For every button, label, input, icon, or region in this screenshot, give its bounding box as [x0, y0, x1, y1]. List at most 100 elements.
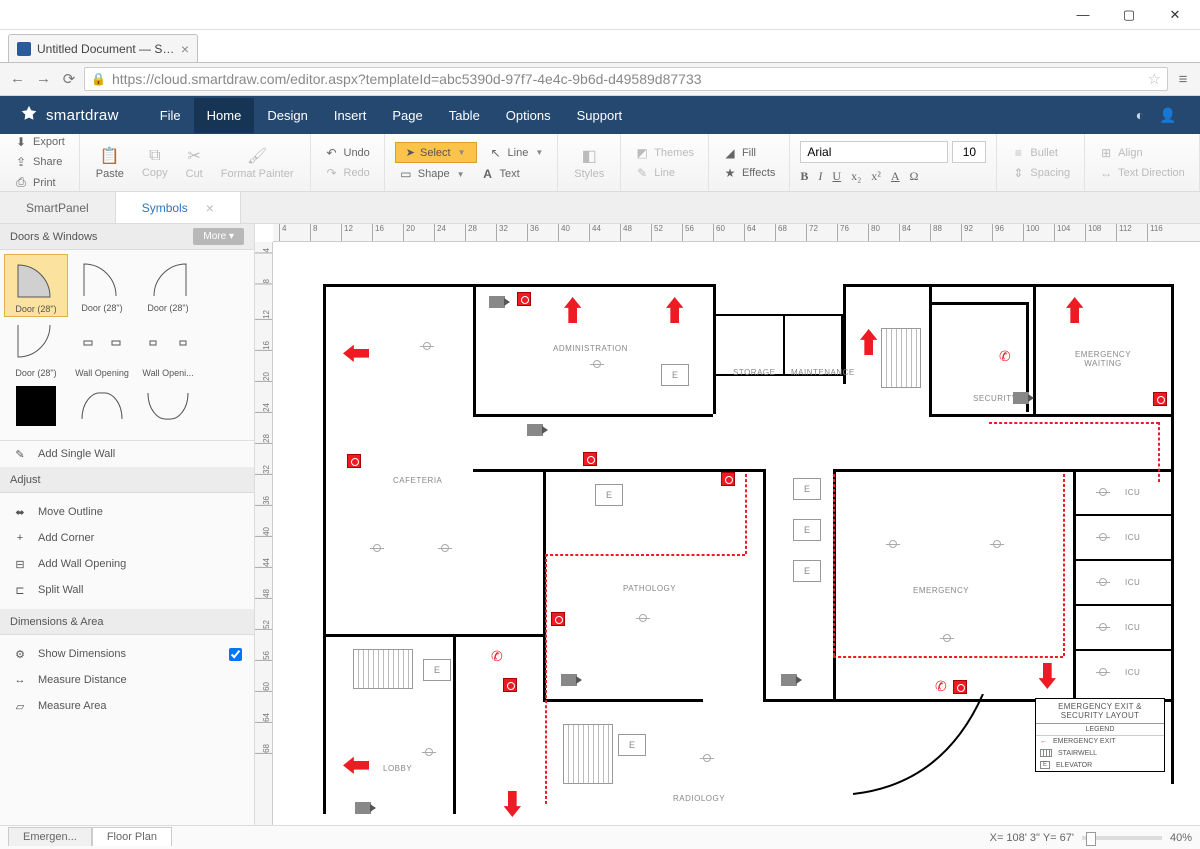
sheet-tab-2[interactable]: Floor Plan: [92, 827, 172, 846]
superscript-button[interactable]: x²: [871, 169, 881, 184]
text-tool-button[interactable]: AText: [477, 165, 524, 183]
symbol-wall-opening[interactable]: Wall Opening: [70, 319, 134, 380]
add-single-wall-button[interactable]: ✎Add Single Wall: [0, 440, 254, 467]
underline-button[interactable]: U: [832, 169, 841, 184]
themes-button[interactable]: ◩Themes: [631, 144, 698, 162]
cut-button[interactable]: ✂Cut: [180, 144, 209, 182]
sheet-tab-1[interactable]: Emergen...: [8, 827, 92, 846]
menu-page[interactable]: Page: [379, 98, 435, 133]
drawing-canvas[interactable]: ADMINISTRATION STORAGE MAINTENANCE SECUR…: [273, 242, 1200, 825]
ceiling-light: [1099, 488, 1107, 496]
split-wall-button[interactable]: ⊏Split Wall: [0, 577, 254, 603]
stair-icon: [1040, 749, 1052, 757]
move-outline-button[interactable]: ⬌Move Outline: [0, 499, 254, 525]
subscript-button[interactable]: x₂: [851, 169, 861, 184]
effects-icon: ★: [723, 166, 737, 180]
add-corner-button[interactable]: +Add Corner: [0, 525, 254, 551]
select-tool-button[interactable]: ➤Select▼: [395, 142, 477, 163]
bookmark-star-icon[interactable]: ☆: [1148, 70, 1161, 88]
browser-tab[interactable]: Untitled Document — Sm... ×: [8, 34, 198, 62]
styles-button[interactable]: ◧Styles: [568, 144, 610, 182]
symbols-category: Doors & Windows: [10, 231, 97, 243]
menu-options[interactable]: Options: [493, 98, 564, 133]
corner-icon: +: [12, 531, 28, 545]
more-symbols-button[interactable]: More ▾: [193, 228, 244, 245]
measure-distance-button[interactable]: ↔Measure Distance: [0, 667, 254, 693]
fill-button[interactable]: ◢Fill: [719, 144, 779, 162]
format-painter-label: Format Painter: [221, 168, 294, 180]
menu-design[interactable]: Design: [254, 98, 320, 133]
font-select[interactable]: [800, 141, 948, 163]
symbol-solid[interactable]: [4, 382, 68, 430]
minimize-button[interactable]: —: [1060, 1, 1106, 29]
copy-button[interactable]: ⧉Copy: [136, 145, 174, 181]
line-style-button[interactable]: ✎Line: [631, 164, 698, 182]
maximize-button[interactable]: ▢: [1106, 1, 1152, 29]
add-wall-opening-button[interactable]: ⊟Add Wall Opening: [0, 551, 254, 577]
menu-insert[interactable]: Insert: [321, 98, 380, 133]
undo-button[interactable]: ↶Undo: [321, 144, 374, 162]
bold-button[interactable]: B: [800, 169, 808, 184]
tab-smartpanel[interactable]: SmartPanel: [0, 192, 116, 223]
show-dims-checkbox[interactable]: [229, 648, 242, 661]
symbol-door-3[interactable]: Door (28"): [136, 254, 200, 317]
show-dimensions-toggle[interactable]: ⚙Show Dimensions: [0, 641, 254, 667]
omega-button[interactable]: Ω: [910, 169, 919, 184]
ruler-icon: ↔: [12, 673, 28, 687]
share-icon: ⇪: [14, 155, 28, 169]
fire-alarm: [517, 292, 531, 306]
bullet-button[interactable]: ≡Bullet: [1007, 144, 1074, 162]
font-color-button[interactable]: A: [891, 169, 900, 184]
close-panel-icon[interactable]: ×: [206, 200, 214, 216]
line-tool-button[interactable]: ↖Line▼: [485, 142, 548, 163]
symbol-door-4[interactable]: Door (28"): [4, 319, 68, 380]
print-label: Print: [33, 177, 56, 189]
menu-home[interactable]: Home: [194, 98, 255, 133]
url-field[interactable]: 🔒 https://cloud.smartdraw.com/editor.asp…: [84, 67, 1168, 91]
back-button[interactable]: ←: [10, 70, 24, 88]
browser-menu-icon[interactable]: ≡: [1176, 71, 1190, 88]
room-security: SECURITY: [973, 394, 1017, 403]
elevator: E: [423, 659, 451, 681]
redo-button[interactable]: ↷Redo: [321, 164, 374, 182]
text-direction-button[interactable]: ↔Text Direction: [1095, 164, 1189, 182]
text-label: Text: [500, 168, 520, 180]
measure-area-button[interactable]: ▱Measure Area: [0, 693, 254, 719]
more-label: More: [203, 231, 226, 242]
legend-subtitle: LEGEND: [1036, 724, 1164, 736]
symbol-double-door-2[interactable]: [136, 382, 200, 430]
forward-button[interactable]: →: [36, 70, 50, 88]
share-label: Share: [33, 156, 62, 168]
user-icon[interactable]: 👤: [1154, 107, 1182, 124]
print-button[interactable]: ⎙Print: [10, 173, 69, 192]
ceiling-light: [425, 748, 433, 756]
close-tab-icon[interactable]: ×: [181, 41, 189, 57]
help-icon[interactable]: ◐: [1126, 107, 1154, 123]
tab-symbols[interactable]: Symbols×: [116, 192, 241, 223]
menu-file[interactable]: File: [147, 98, 194, 133]
spacing-button[interactable]: ⇕Spacing: [1007, 164, 1074, 182]
font-size-input[interactable]: [952, 141, 986, 163]
floor-plan[interactable]: ADMINISTRATION STORAGE MAINTENANCE SECUR…: [293, 254, 1173, 814]
export-button[interactable]: ⬇Export: [10, 133, 69, 151]
format-painter-button[interactable]: 🖌Format Painter: [215, 144, 300, 182]
shape-icon: ▭: [399, 167, 413, 181]
italic-button[interactable]: I: [818, 169, 822, 184]
close-window-button[interactable]: ✕: [1152, 1, 1198, 29]
shape-tool-button[interactable]: ▭Shape▼: [395, 165, 469, 183]
zoom-slider[interactable]: [1082, 836, 1162, 840]
align-button[interactable]: ⊞Align: [1095, 144, 1189, 162]
paste-button[interactable]: 📋Paste: [90, 144, 130, 182]
symbol-wall-opening-2[interactable]: Wall Openi...: [136, 319, 200, 380]
symbols-header: Doors & Windows More ▾: [0, 224, 254, 250]
share-button[interactable]: ⇪ Share: [10, 153, 66, 171]
reload-button[interactable]: ⟳: [62, 70, 76, 88]
shape-label: Shape: [418, 168, 450, 180]
canvas-area[interactable]: 4812162024283236404448525660646872768084…: [255, 224, 1200, 825]
symbol-door-2[interactable]: Door (28"): [70, 254, 134, 317]
menu-support[interactable]: Support: [564, 98, 636, 133]
symbol-double-door-1[interactable]: [70, 382, 134, 430]
menu-table[interactable]: Table: [436, 98, 493, 133]
symbol-door-1[interactable]: Door (28"): [4, 254, 68, 317]
effects-button[interactable]: ★Effects: [719, 164, 779, 182]
